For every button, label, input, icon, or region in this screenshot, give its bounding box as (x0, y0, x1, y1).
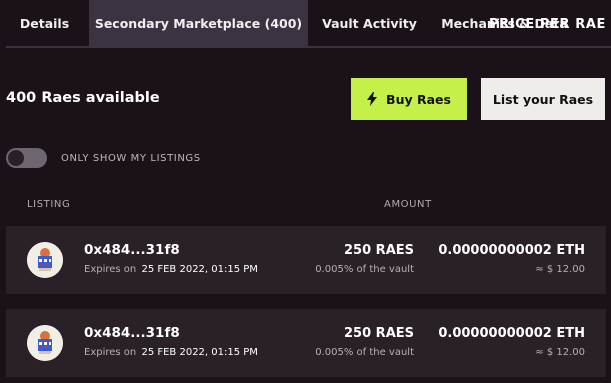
nft-avatar-icon (27, 325, 63, 361)
listing-price-usd: ≈ $ 12.00 (535, 347, 585, 358)
column-header-amount: AMOUNT (384, 199, 432, 210)
expires-prefix: Expires on (84, 347, 137, 358)
table-row[interactable]: 0x484...31f8 Expires on 25 FEB 2022, 01:… (6, 226, 606, 294)
my-listings-label: ONLY SHOW MY LISTINGS (61, 152, 201, 164)
expires-date: 25 FEB 2022, 01:15 PM (141, 347, 258, 358)
listing-address: 0x484...31f8 (84, 242, 180, 258)
listing-price-usd: ≈ $ 12.00 (535, 264, 585, 275)
nft-avatar-icon (27, 242, 63, 278)
toggle-knob (8, 150, 24, 166)
tab-divider (6, 46, 611, 48)
listing-address: 0x484...31f8 (84, 325, 180, 341)
listing-price-eth: 0.00000000002 ETH (438, 243, 585, 258)
listing-expiry: Expires on 25 FEB 2022, 01:15 PM (84, 347, 258, 358)
my-listings-filter: ONLY SHOW MY LISTINGS (6, 148, 201, 168)
expires-date: 25 FEB 2022, 01:15 PM (141, 264, 258, 275)
lightning-bolt-icon (367, 92, 378, 106)
buy-raes-button[interactable]: Buy Raes (351, 78, 467, 120)
listing-amount: 250 RAES (344, 243, 414, 258)
column-header-price[interactable]: PRICE PER RAE (489, 17, 605, 32)
listing-vault-percent: 0.005% of the vault (315, 264, 414, 275)
listing-price-eth: 0.00000000002 ETH (438, 326, 585, 341)
tab-details[interactable]: Details (0, 0, 89, 46)
list-raes-button[interactable]: List your Raes (481, 78, 605, 120)
my-listings-toggle[interactable] (6, 148, 47, 168)
available-title: 400 Raes available (6, 90, 160, 106)
tab-vault-activity[interactable]: Vault Activity (308, 0, 431, 46)
listing-vault-percent: 0.005% of the vault (315, 347, 414, 358)
column-header-listing: LISTING (27, 199, 71, 210)
listing-amount: 250 RAES (344, 326, 414, 341)
buy-raes-label: Buy Raes (386, 91, 451, 107)
listing-expiry: Expires on 25 FEB 2022, 01:15 PM (84, 264, 258, 275)
table-row[interactable]: 0x484...31f8 Expires on 25 FEB 2022, 01:… (6, 309, 606, 377)
expires-prefix: Expires on (84, 264, 137, 275)
tab-secondary-marketplace[interactable]: Secondary Marketplace (400) (89, 0, 308, 46)
price-header-label: PRICE PER RAE (489, 17, 607, 32)
